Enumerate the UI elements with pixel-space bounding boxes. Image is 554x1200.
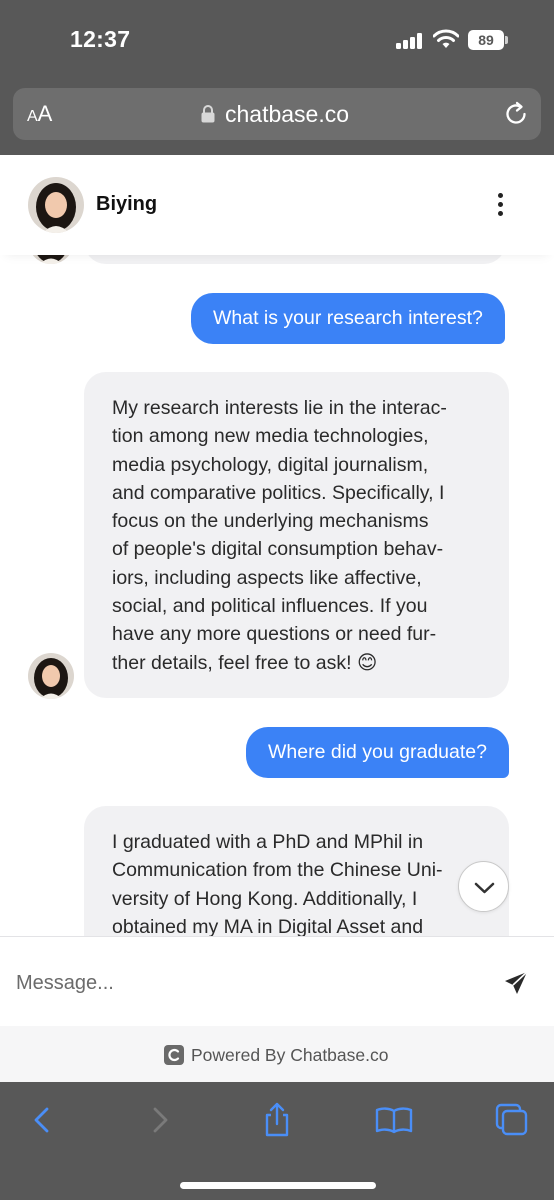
message-input[interactable] (16, 967, 456, 999)
forward-icon (153, 1107, 168, 1133)
message-line: ther details, feel free to ask! 😊 (112, 651, 378, 674)
message-list[interactable]: What is your research interest? My resea… (0, 240, 554, 936)
battery-indicator: 89 (468, 30, 504, 50)
avatar (28, 653, 74, 699)
message-line: Communication from the Chinese Uni- (112, 859, 443, 882)
browser-top-chrome: 12:37 89 AA chatbase.co (0, 0, 554, 155)
tabs-icon[interactable] (492, 1100, 532, 1140)
message-line: My research interests lie in the interac… (112, 397, 447, 419)
message-line: I graduated with a PhD and MPhil in (112, 831, 424, 853)
agent-name: Biying (96, 193, 158, 215)
powered-by-link[interactable]: Powered By Chatbase.co (163, 1044, 388, 1066)
message-user: What is your research interest? (191, 293, 505, 344)
message-line: versity of Hong Kong. Additionally, I (112, 887, 418, 910)
chevron-down-icon (474, 882, 495, 894)
text-size-button[interactable]: AA (27, 102, 52, 129)
back-icon[interactable] (22, 1100, 62, 1140)
message-line: focus on the underlying mechanisms (112, 510, 429, 533)
composer (0, 936, 554, 1026)
status-time: 12:37 (70, 26, 131, 52)
address-bar[interactable]: AA chatbase.co (13, 88, 541, 140)
cellular-signal-icon (396, 33, 422, 49)
message-line: iors, including aspects like affective, (112, 566, 422, 589)
message-line: media psychology, digital journalism, (112, 453, 429, 476)
message-line: obtained my MA in Digital Asset and (112, 915, 424, 936)
powered-by-footer: Powered By Chatbase.co (0, 1026, 554, 1082)
scroll-to-bottom-button[interactable] (458, 861, 509, 912)
message-line: of people's digital consumption behav- (112, 538, 444, 561)
message-line: social, and political influences. If you (112, 595, 428, 618)
message-bot: I graduated with a PhD and MPhil in Comm… (84, 806, 509, 936)
powered-by-text: Powered By Chatbase.co (191, 1044, 389, 1065)
kebab-menu-icon[interactable] (488, 191, 512, 219)
share-icon[interactable] (257, 1100, 297, 1140)
reload-icon[interactable] (503, 101, 529, 127)
lock-icon (201, 105, 215, 123)
chat-header: Biying (0, 155, 554, 255)
url-domain: chatbase.co (225, 101, 350, 127)
bookmarks-icon[interactable] (374, 1100, 414, 1140)
battery-nub (505, 36, 508, 44)
message-line: have any more questions or need fur- (112, 623, 437, 646)
message-bot: My research interests lie in the interac… (84, 372, 509, 698)
home-indicator (180, 1182, 376, 1189)
avatar (28, 177, 84, 233)
chatbase-logo-icon (164, 1045, 184, 1065)
message-line: tion among new media technologies, (112, 425, 429, 448)
message-user: Where did you graduate? (246, 727, 509, 778)
message-line: and comparative politics. Specifically, … (112, 481, 445, 504)
wifi-icon (433, 29, 459, 48)
send-icon[interactable] (502, 969, 530, 997)
